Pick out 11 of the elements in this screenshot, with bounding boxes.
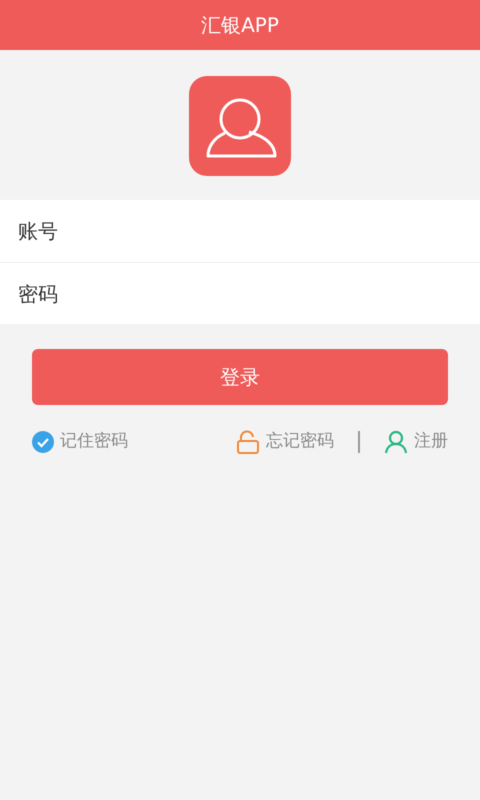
forgot-password-link[interactable]: 忘记密码 <box>236 429 334 454</box>
input-field[interactable]: 账号 <box>0 200 480 262</box>
app-title: 汇银APP <box>201 12 279 39</box>
remember-label: 记住密码 <box>60 430 128 453</box>
register-link[interactable]: 注册 <box>384 429 448 454</box>
person-icon <box>384 430 408 454</box>
login-button[interactable]: 登录 <box>32 349 448 405</box>
unlocked-padlock-icon <box>236 430 260 454</box>
user-avatar-icon <box>189 76 291 176</box>
input-field[interactable]: 密码 <box>0 262 480 324</box>
checked-checkbox-icon[interactable] <box>32 430 54 453</box>
